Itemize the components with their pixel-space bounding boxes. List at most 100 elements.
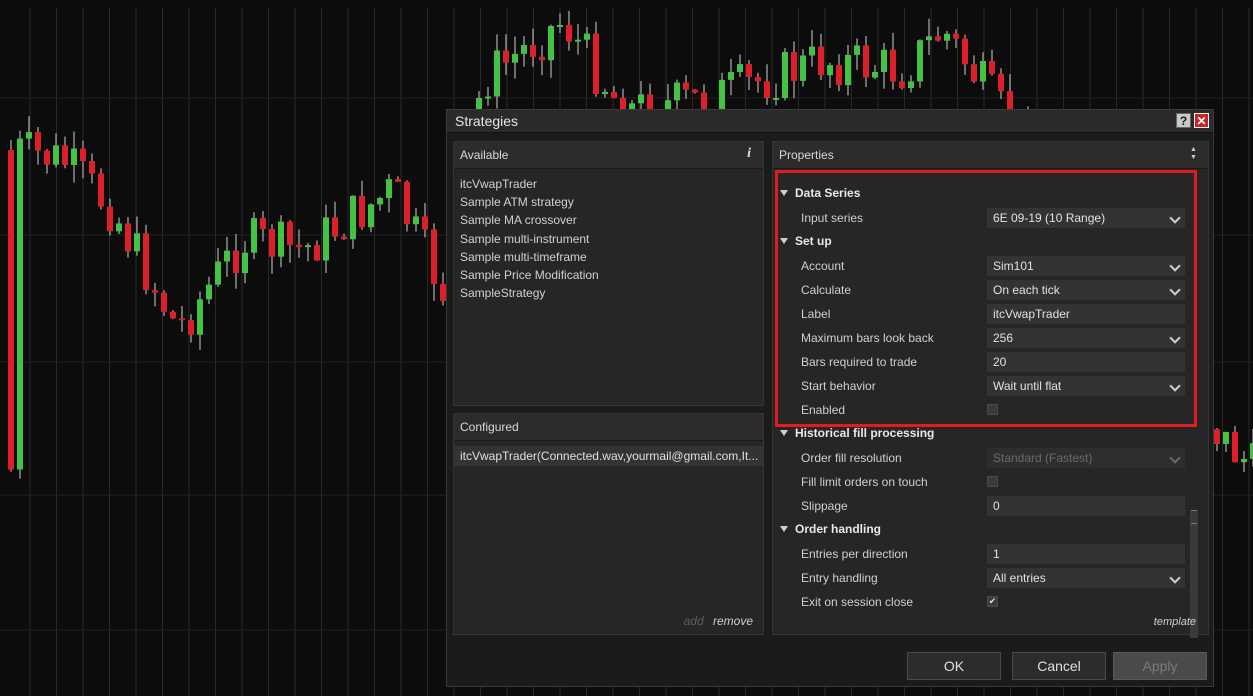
property-label: Fill limit orders on touch (801, 475, 928, 489)
candle-body (881, 49, 887, 73)
category-data-series[interactable]: Data Series (773, 182, 1193, 206)
account-dropdown[interactable]: Sim101 (987, 256, 1185, 276)
bars-required-input[interactable]: 20 (987, 352, 1185, 372)
candle-body (35, 132, 41, 151)
candle-body (368, 204, 374, 228)
candle-body (152, 290, 158, 293)
candle-body (899, 81, 905, 89)
candle-body (260, 218, 266, 230)
available-header: Available i (454, 142, 763, 169)
label-input[interactable]: itcVwapTrader (987, 304, 1185, 324)
candle-body (692, 89, 698, 93)
candle-body (917, 40, 923, 82)
category-label: Data Series (795, 186, 861, 200)
chevron-down-icon (1169, 260, 1181, 272)
list-item[interactable]: Sample multi-timeframe (460, 248, 759, 266)
property-input-series: Input series 6E 09-19 (10 Range) (773, 206, 1193, 230)
ok-button[interactable]: OK (907, 652, 1001, 680)
candle-body (584, 33, 590, 40)
remove-link[interactable]: remove (713, 614, 753, 628)
entry-handling-dropdown[interactable]: All entries (987, 568, 1185, 588)
property-label: Bars required to trade (801, 355, 918, 369)
properties-header: Properties (773, 142, 1208, 169)
candle-body (800, 55, 806, 81)
candle-body (107, 206, 113, 232)
slippage-input[interactable]: 0 (987, 496, 1185, 516)
candle-body (791, 51, 797, 81)
candle-body (431, 229, 437, 284)
candle-body (278, 221, 284, 257)
candle-body (269, 229, 275, 257)
list-item[interactable]: Sample ATM strategy (460, 193, 759, 211)
candle-body (377, 198, 383, 205)
list-item[interactable]: Sample multi-instrument (460, 230, 759, 248)
scroll-arrows-icon[interactable]: ▲ ▼ (1189, 146, 1198, 164)
category-order-handling[interactable]: Order handling (773, 518, 1193, 542)
candle-body (575, 39, 581, 42)
property-account: Account Sim101 (773, 254, 1193, 278)
candle-body (287, 221, 293, 245)
apply-button: Apply (1113, 652, 1207, 680)
candle-body (521, 45, 527, 54)
dropdown-value: All entries (993, 571, 1046, 585)
dialog-title: Strategies (455, 113, 519, 129)
template-link[interactable]: template (1154, 616, 1196, 628)
cancel-button[interactable]: Cancel (1012, 652, 1106, 680)
list-item[interactable]: SampleStrategy (460, 284, 759, 302)
max-bars-dropdown[interactable]: 256 (987, 328, 1185, 348)
candle-body (71, 148, 77, 166)
collapse-triangle-icon (780, 190, 788, 196)
candle-body (350, 195, 356, 240)
candle-body (755, 76, 761, 82)
chevron-down-icon (1169, 572, 1181, 584)
candle-body (746, 64, 752, 77)
candle-body (215, 261, 221, 285)
property-label: Enabled (801, 403, 846, 417)
candle-body (404, 181, 410, 225)
properties-panel: Properties ▲ ▼ Data Series Input series 6… (772, 141, 1209, 638)
close-button[interactable]: ✕ (1194, 113, 1209, 128)
collapse-triangle-icon (780, 430, 788, 436)
add-remove-links: add remove (684, 614, 753, 628)
enabled-checkbox[interactable] (987, 404, 998, 415)
add-link[interactable]: add (684, 614, 704, 628)
candle-body (989, 61, 995, 74)
dropdown-value: On each tick (993, 283, 1060, 297)
candle-body (827, 65, 833, 76)
input-series-dropdown[interactable]: 6E 09-19 (10 Range) (987, 208, 1185, 228)
info-icon[interactable]: i (747, 142, 751, 166)
candle-body (593, 33, 599, 95)
help-button[interactable]: ? (1176, 113, 1191, 128)
candle-body (116, 223, 122, 232)
list-item[interactable]: itcVwapTrader (460, 175, 759, 193)
chevron-down-icon (1169, 452, 1181, 464)
candle-body (296, 244, 302, 248)
exit-on-close-checkbox[interactable]: ✔ (987, 596, 998, 607)
collapse-triangle-icon (780, 238, 788, 244)
configured-strategy-item[interactable]: itcVwapTrader(Connected.wav,yourmail@gma… (454, 446, 763, 466)
dialog-titlebar[interactable]: Strategies ? ✕ (447, 110, 1213, 133)
property-calculate: Calculate On each tick (773, 278, 1193, 302)
candle-body (1241, 458, 1247, 463)
list-item[interactable]: Sample Price Modification (460, 266, 759, 284)
fill-limit-checkbox[interactable] (987, 476, 998, 487)
candle-body (143, 233, 149, 291)
candle-body (980, 61, 986, 82)
category-historical-fill[interactable]: Historical fill processing (773, 422, 1193, 446)
property-label: Label (801, 307, 831, 321)
candle-body (908, 81, 914, 89)
calculate-dropdown[interactable]: On each tick (987, 280, 1185, 300)
property-label: Order fill resolution (801, 451, 902, 465)
candle-body (728, 72, 734, 80)
list-item[interactable]: Sample MA crossover (460, 211, 759, 229)
category-setup[interactable]: Set up (773, 230, 1193, 254)
candle-body (170, 311, 176, 319)
start-behavior-dropdown[interactable]: Wait until flat (987, 376, 1185, 396)
property-label: Slippage (801, 499, 848, 513)
candle-body (98, 173, 104, 207)
property-label: Calculate (801, 283, 852, 297)
available-panel: Available i itcVwapTrader Sample ATM str… (453, 141, 764, 406)
chevron-down-icon (1169, 380, 1181, 392)
entries-per-direction-input[interactable]: 1 (987, 544, 1185, 564)
property-label: Exit on session close (801, 595, 914, 609)
